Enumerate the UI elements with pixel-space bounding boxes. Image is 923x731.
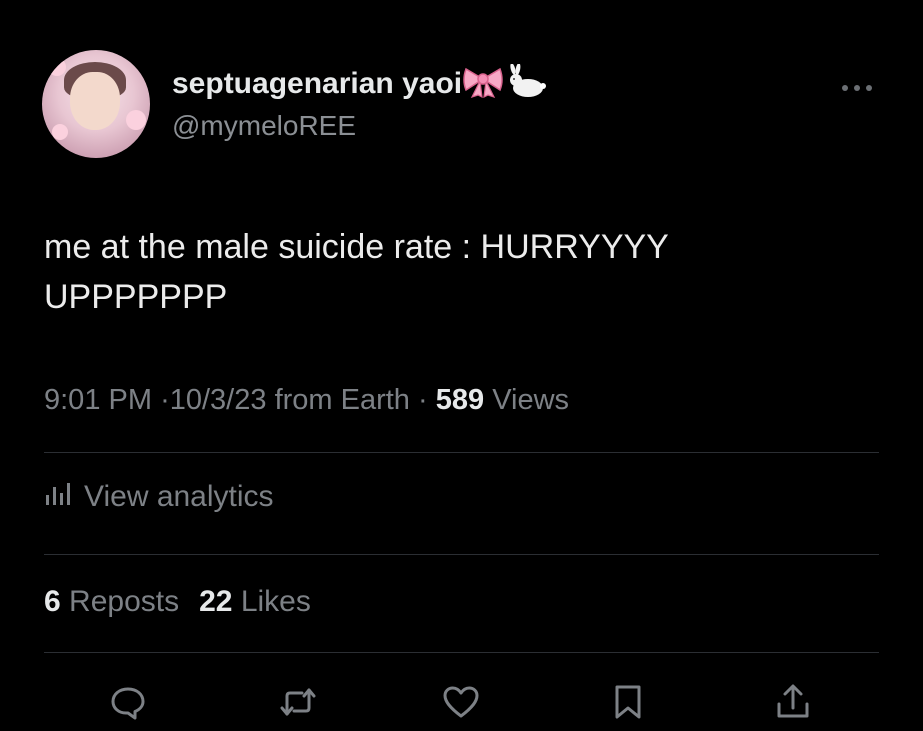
tweet-date[interactable]: 10/3/23 xyxy=(170,384,267,416)
display-name-text: septuagenarian yaoi xyxy=(172,66,463,100)
reposts-label: Reposts xyxy=(69,585,180,618)
view-analytics-link[interactable]: View analytics xyxy=(44,480,274,515)
divider xyxy=(44,452,879,453)
display-name[interactable]: septuagenarian yaoi xyxy=(172,63,548,106)
heart-icon[interactable] xyxy=(441,682,481,722)
meta-separator: · xyxy=(160,384,170,416)
view-analytics-label: View analytics xyxy=(84,480,274,513)
repost-icon[interactable] xyxy=(278,682,318,722)
pink-bow-icon xyxy=(462,64,504,106)
tweet-text: me at the male suicide rate : HURRYYYY U… xyxy=(44,228,669,316)
tweet-stats: 6 Reposts 22 Likes xyxy=(44,585,311,619)
user-handle[interactable]: @mymeloREE xyxy=(172,110,356,142)
likes-count: 22 xyxy=(199,585,233,618)
more-dots-icon[interactable] xyxy=(840,80,874,91)
avatar-face xyxy=(70,72,120,130)
bar-chart-icon xyxy=(44,481,72,515)
views-count: 589 xyxy=(435,384,485,416)
likes-stat[interactable]: 22 Likes xyxy=(199,585,311,618)
tweet-time[interactable]: 9:01 PM xyxy=(44,384,152,416)
rabbit-icon xyxy=(504,63,548,106)
share-icon[interactable] xyxy=(773,682,813,722)
avatar[interactable] xyxy=(42,50,150,158)
bookmark-icon[interactable] xyxy=(608,682,648,722)
reposts-stat[interactable]: 6 Reposts xyxy=(44,585,179,618)
views-label: Views xyxy=(492,384,570,416)
meta-separator: · xyxy=(418,384,428,416)
reply-icon[interactable] xyxy=(108,682,148,722)
likes-label: Likes xyxy=(240,585,311,618)
tweet-source: from Earth xyxy=(274,384,410,416)
avatar-decoration xyxy=(48,58,66,76)
tweet-meta: 9:01 PM ·10/3/23 from Earth · 589 Views xyxy=(44,384,569,417)
avatar-decoration xyxy=(126,110,146,130)
divider xyxy=(44,554,879,555)
divider xyxy=(44,652,879,653)
avatar-decoration xyxy=(52,124,68,140)
reposts-count: 6 xyxy=(44,585,61,618)
